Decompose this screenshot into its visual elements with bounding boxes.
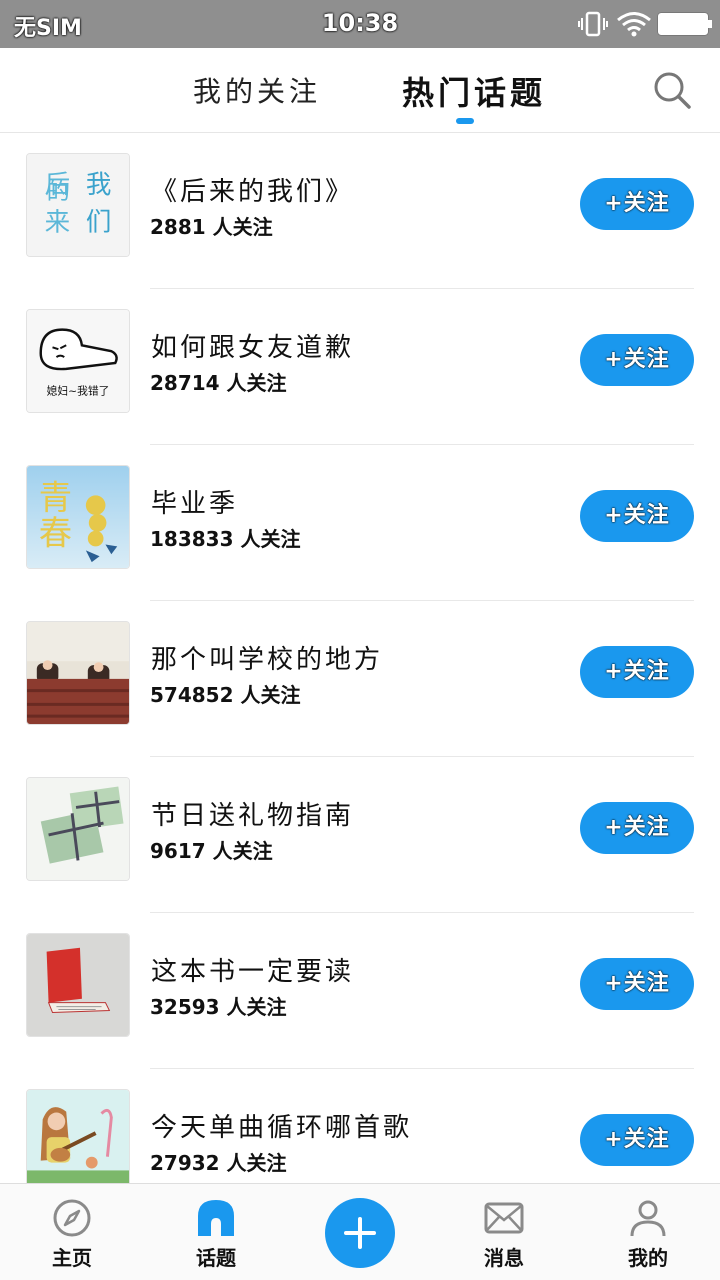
- girl-guitar-illustration-icon: [27, 1090, 129, 1183]
- topic-title[interactable]: 如何跟女友道歉: [151, 327, 354, 364]
- thumb-caption: 媳妇~我错了: [47, 384, 110, 397]
- topic-thumbnail: 媳妇~我错了: [26, 309, 130, 413]
- top-tab-bar: 我的关注 热门话题: [0, 48, 720, 133]
- envelope-icon: [484, 1202, 524, 1234]
- svg-text:我: 我: [86, 170, 112, 199]
- topic-row[interactable]: 的 后 来 我 们 《后来的我们》 2881 人关注 +关注: [0, 133, 720, 289]
- graduation-poster-icon: 青 春: [27, 466, 129, 568]
- topic-thumbnail: 的 后 来 我 们: [26, 153, 130, 257]
- topic-thumbnail: [26, 777, 130, 881]
- follower-count: 28714 人关注: [150, 371, 287, 395]
- nav-mine-label: 我的: [628, 1246, 668, 1270]
- follow-button[interactable]: +关注: [580, 490, 694, 542]
- battery-icon: [658, 13, 712, 35]
- bottom-navigation: 主页 话题 消息 我的: [0, 1183, 720, 1280]
- vibrate-icon: [578, 11, 608, 37]
- follow-button[interactable]: +关注: [580, 958, 694, 1010]
- clock: 10:38: [321, 9, 399, 37]
- svg-text:青: 青: [39, 480, 72, 517]
- open-book-illustration-icon: [27, 934, 129, 1036]
- follower-count: 574852 人关注: [150, 683, 301, 707]
- topic-title[interactable]: 毕业季: [151, 483, 238, 520]
- follower-count: 27932 人关注: [150, 1151, 287, 1175]
- search-icon[interactable]: [652, 70, 692, 110]
- add-post-button[interactable]: [325, 1198, 395, 1268]
- follower-count: 9617 人关注: [150, 839, 273, 863]
- svg-text:后: 后: [45, 170, 71, 199]
- follow-button[interactable]: +关注: [580, 646, 694, 698]
- follower-count: 32593 人关注: [150, 995, 287, 1019]
- status-bar: 无SIM 10:38: [0, 0, 720, 48]
- active-tab-indicator: [456, 118, 474, 124]
- topic-title[interactable]: 这本书一定要读: [151, 951, 354, 988]
- person-icon: [630, 1200, 666, 1237]
- wifi-icon: [617, 12, 651, 37]
- topic-title[interactable]: 今天单曲循环哪首歌: [151, 1107, 412, 1144]
- gift-box-photo-icon: [27, 778, 129, 880]
- cartoon-apology-icon: 媳妇~我错了: [27, 310, 129, 412]
- topic-thumbnail: [26, 621, 130, 725]
- tab-my-following[interactable]: 我的关注: [193, 70, 321, 110]
- svg-text:春: 春: [39, 515, 72, 552]
- svg-text:来: 来: [45, 208, 71, 237]
- topic-title[interactable]: 节日送礼物指南: [151, 795, 354, 832]
- nav-messages-label: 消息: [484, 1246, 524, 1270]
- svg-text:们: 们: [86, 208, 112, 237]
- classroom-photo-icon: [27, 622, 129, 724]
- topic-row[interactable]: 节日送礼物指南 9617 人关注 +关注: [0, 757, 720, 913]
- compass-icon: [53, 1199, 91, 1237]
- nav-home[interactable]: 主页: [12, 1184, 132, 1280]
- nav-home-label: 主页: [52, 1246, 92, 1270]
- topic-row[interactable]: 这本书一定要读 32593 人关注 +关注: [0, 913, 720, 1069]
- topic-row[interactable]: 媳妇~我错了 如何跟女友道歉 28714 人关注 +关注: [0, 289, 720, 445]
- follow-button[interactable]: +关注: [580, 1114, 694, 1166]
- topic-house-icon: [198, 1200, 234, 1236]
- topic-title[interactable]: 《后来的我们》: [151, 171, 354, 208]
- hot-topic-list[interactable]: 的 后 来 我 们 《后来的我们》 2881 人关注 +关注 媳妇~我错了 如何…: [0, 133, 720, 1183]
- follow-button[interactable]: +关注: [580, 802, 694, 854]
- follow-button[interactable]: +关注: [580, 178, 694, 230]
- topic-title[interactable]: 那个叫学校的地方: [151, 639, 383, 676]
- book-cover-icon: 的 后 来 我 们: [27, 154, 129, 256]
- tab-hot-topics[interactable]: 热门话题: [402, 68, 546, 114]
- topic-row[interactable]: 那个叫学校的地方 574852 人关注 +关注: [0, 601, 720, 757]
- topic-row[interactable]: 今天单曲循环哪首歌 27932 人关注 +关注: [0, 1069, 720, 1183]
- topic-thumbnail: [26, 933, 130, 1037]
- follow-button[interactable]: +关注: [580, 334, 694, 386]
- topic-thumbnail: 青 春: [26, 465, 130, 569]
- nav-mine[interactable]: 我的: [588, 1184, 708, 1280]
- topic-thumbnail: [26, 1089, 130, 1183]
- nav-messages[interactable]: 消息: [444, 1184, 564, 1280]
- topic-row[interactable]: 青 春 毕业季 183833 人关注 +关注: [0, 445, 720, 601]
- follower-count: 2881 人关注: [150, 215, 273, 239]
- nav-topics[interactable]: 话题: [156, 1184, 276, 1280]
- follower-count: 183833 人关注: [150, 527, 301, 551]
- nav-topics-label: 话题: [196, 1246, 236, 1270]
